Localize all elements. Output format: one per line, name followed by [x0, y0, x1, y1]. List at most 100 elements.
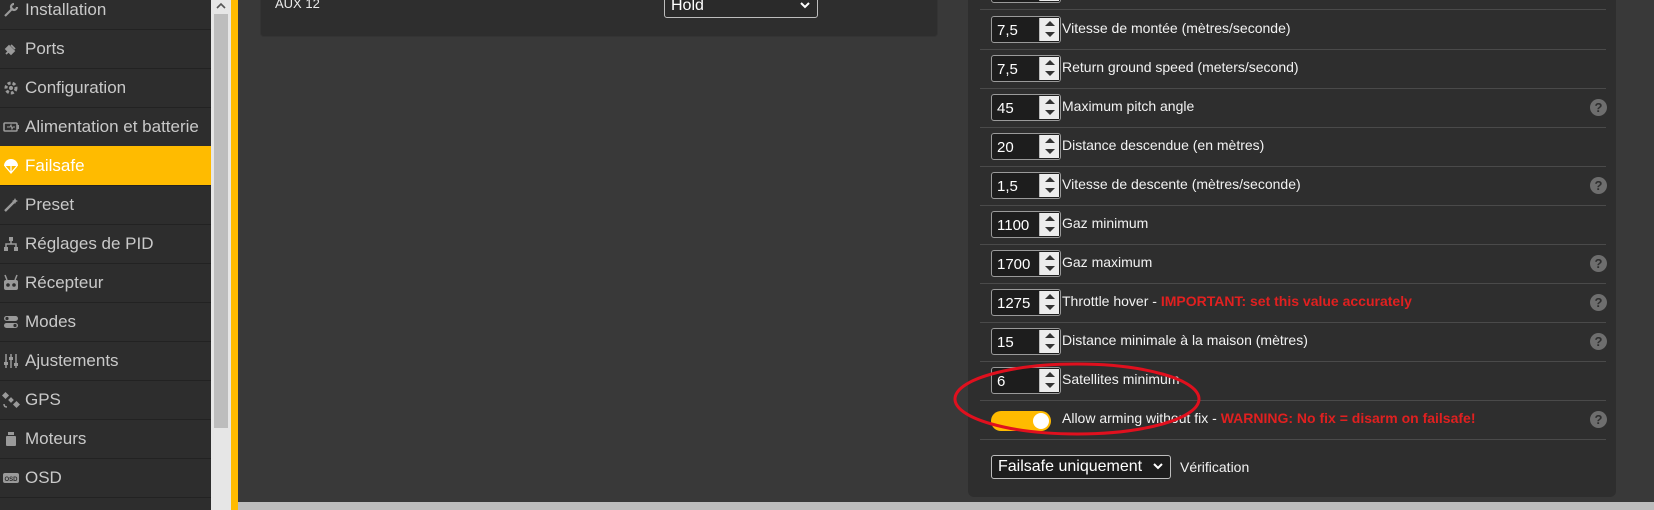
setting-label: Distance descendue (en mètres): [1062, 137, 1264, 153]
sanity-check-label: Vérification: [1180, 459, 1250, 475]
spinner-icon[interactable]: [1039, 330, 1059, 353]
aux-mode-select[interactable]: Hold: [664, 0, 818, 18]
scroll-up-arrow-icon[interactable]: [216, 0, 226, 12]
setting-label: Gaz minimum: [1062, 215, 1148, 231]
number-input[interactable]: 20: [991, 133, 1061, 160]
setting-label-text: Throttle hover -: [1062, 293, 1161, 309]
motor-icon: [2, 430, 20, 448]
setting-label: Gaz maximum: [1062, 254, 1152, 270]
setting-label-text: Return ground speed (meters/second): [1062, 59, 1299, 75]
sidebar-item-osd[interactable]: OSD OSD: [0, 458, 211, 498]
number-input-value: 1700: [997, 256, 1031, 273]
sidebar-item-ajustements[interactable]: Ajustements: [0, 341, 211, 381]
setting-label: Vitesse de descente (mètres/seconde): [1062, 176, 1301, 192]
setting-label: Vitesse de montée (mètres/seconde): [1062, 20, 1291, 36]
sidebar-item-moteurs[interactable]: Moteurs: [0, 419, 211, 459]
help-icon[interactable]: ?: [1590, 99, 1607, 116]
number-input-value: 45: [997, 100, 1014, 117]
setting-label: Throttle hover - IMPORTANT: set this val…: [1062, 293, 1412, 309]
setting-label: Maximum pitch angle: [1062, 98, 1194, 114]
setting-row: 1275 Throttle hover - IMPORTANT: set this…: [980, 283, 1607, 323]
number-input[interactable]: 45: [991, 94, 1061, 121]
spinner-icon[interactable]: [1039, 291, 1059, 314]
receiver-icon: [2, 274, 20, 292]
number-input-value: 7,5: [997, 22, 1018, 39]
sidebar-item-label: Récepteur: [25, 272, 104, 292]
sidebar-item-label: GPS: [25, 389, 61, 409]
sidebar-item-alimentation-et-batterie[interactable]: Alimentation et batterie: [0, 107, 211, 147]
number-input-value: 1100: [997, 217, 1030, 234]
sanity-check-row: Failsafe uniquement Vérification: [980, 455, 1606, 485]
sidebar-item-configuration[interactable]: Configuration: [0, 68, 211, 108]
number-input[interactable]: 15: [991, 328, 1061, 355]
aux-mode-value: Hold: [671, 0, 704, 14]
number-input[interactable]: 1700: [991, 250, 1061, 277]
aux-channel-label: AUX 12: [275, 0, 320, 11]
spinner-icon[interactable]: [1039, 174, 1059, 197]
setting-label-text: Gaz maximum: [1062, 254, 1153, 270]
number-input[interactable]: 6: [991, 367, 1061, 394]
number-input[interactable]: 7,5: [991, 55, 1061, 82]
sidebar-item-label: Ajustements: [25, 350, 119, 370]
number-input[interactable]: 1275: [991, 289, 1061, 316]
sidebar-item-gps[interactable]: GPS: [0, 380, 211, 420]
help-icon[interactable]: ?: [1590, 255, 1607, 272]
help-icon[interactable]: ?: [1590, 411, 1607, 428]
sidebar-item-label: Alimentation et batterie: [25, 116, 199, 136]
help-icon[interactable]: ?: [1590, 333, 1607, 350]
number-input[interactable]: 7,5: [991, 16, 1061, 43]
status-bar: [238, 502, 1654, 510]
setting-row: 15 Distance minimale à la maison (mètres)…: [980, 322, 1607, 362]
sidebar-item-label: Moteurs: [25, 428, 87, 448]
sidebar-item-label: Ports: [25, 38, 65, 58]
setting-label: Return ground speed (meters/second): [1062, 59, 1299, 75]
number-input-value: 1,5: [997, 178, 1018, 195]
spinner-icon[interactable]: [1039, 57, 1059, 80]
spinner-icon[interactable]: [1039, 369, 1059, 392]
setting-label-text: Distance minimale à la maison (mètres): [1062, 332, 1308, 348]
spinner-icon[interactable]: [1039, 213, 1059, 236]
sidebar-item-ports[interactable]: Ports: [0, 29, 211, 69]
spinner-icon[interactable]: [1039, 18, 1059, 41]
sidebar-item-label: Réglages de PID: [25, 233, 154, 253]
satellite-icon: [2, 391, 20, 409]
accent-bar: [231, 0, 238, 510]
setting-label-text: Vitesse de montée (mètres/seconde): [1062, 20, 1291, 36]
setting-warning: WARNING: No fix = disarm on failsafe!: [1220, 410, 1476, 426]
spinner-icon[interactable]: [1039, 135, 1059, 158]
help-icon[interactable]: ?: [1590, 294, 1607, 311]
parachute-icon: [2, 157, 20, 175]
main-scrollbar[interactable]: [1634, 0, 1654, 502]
sidebar-item-modes[interactable]: Modes: [0, 302, 211, 342]
number-input-value: 1275: [997, 295, 1031, 312]
spinner-icon[interactable]: [1039, 0, 1059, 1]
sanity-check-select[interactable]: Failsafe uniquement: [991, 455, 1171, 479]
spinner-icon[interactable]: [1039, 96, 1059, 119]
sidebar-item-preset[interactable]: Preset: [0, 185, 211, 225]
toggle-knob: [1033, 413, 1049, 429]
allow-arming-toggle[interactable]: [991, 411, 1051, 431]
setting-row: 7,5 Return ground speed (meters/second): [980, 49, 1606, 89]
setting-label-text: Allow arming without fix -: [1062, 410, 1221, 426]
osd-icon: OSD: [2, 469, 20, 487]
sidebar: Installation Ports Configuration Alimentati…: [0, 0, 211, 510]
spinner-icon[interactable]: [1039, 252, 1059, 275]
setting-row-partial: [980, 0, 1606, 10]
sanity-check-value: Failsafe uniquement: [998, 458, 1143, 475]
setting-label: Satellites minimum: [1062, 371, 1179, 387]
sidebar-item-r-glages-de-pid[interactable]: Réglages de PID: [0, 224, 211, 264]
number-input[interactable]: 1100: [991, 211, 1061, 238]
setting-label: Allow arming without fix - WARNING: No f…: [1062, 410, 1475, 426]
svg-text:OSD: OSD: [4, 477, 18, 483]
setting-label: Distance minimale à la maison (mètres): [1062, 332, 1308, 348]
plug-icon: [2, 40, 20, 58]
sidebar-scrollbar-thumb[interactable]: [214, 14, 228, 428]
number-input[interactable]: 1,5: [991, 172, 1061, 199]
help-icon[interactable]: ?: [1590, 177, 1607, 194]
sidebar-item-installation[interactable]: Installation: [0, 0, 211, 30]
wrench-icon: [2, 1, 20, 19]
gps-rescue-panel: 7,5 Vitesse de montée (mètres/seconde) 7,5…: [968, 0, 1616, 497]
sidebar-item-failsafe[interactable]: Failsafe: [0, 146, 211, 186]
sidebar-item-r-cepteur[interactable]: Récepteur: [0, 263, 211, 303]
number-input[interactable]: [991, 0, 1061, 3]
